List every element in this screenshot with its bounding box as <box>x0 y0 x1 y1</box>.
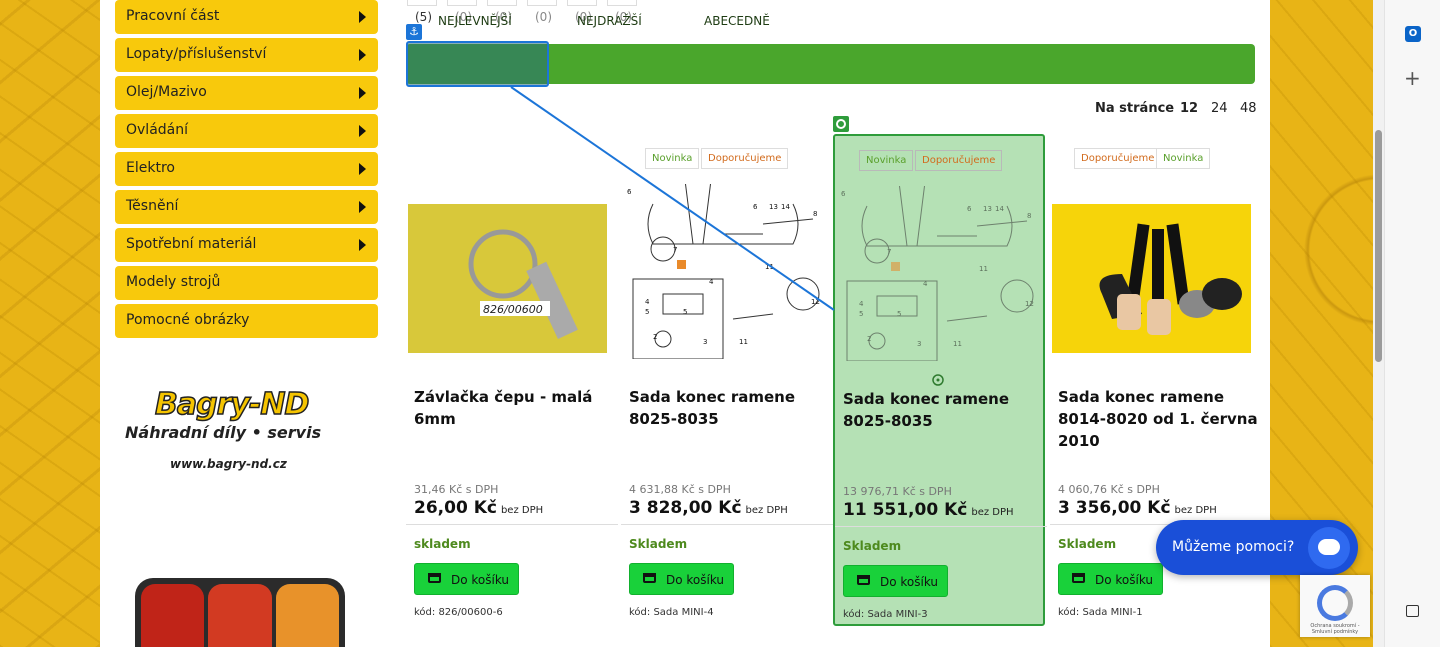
chat-widget[interactable]: Můžeme pomoci? <box>1156 520 1358 575</box>
recaptcha-badge[interactable]: Ochrana soukromí - Smluvní podmínky <box>1300 575 1370 637</box>
recaptcha-text: Ochrana soukromí - Smluvní podmínky <box>1310 623 1360 635</box>
page-scrollbar[interactable] <box>1373 0 1384 647</box>
recaptcha-icon <box>1317 585 1353 621</box>
add-icon[interactable]: + <box>1404 66 1421 90</box>
outlook-icon[interactable]: O <box>1405 26 1421 42</box>
panel-toggle-icon[interactable] <box>1406 605 1419 617</box>
chat-bubble-icon <box>1308 527 1350 569</box>
browser-sidebar <box>1384 0 1440 647</box>
chat-label: Můžeme pomoci? <box>1172 539 1295 555</box>
scrollbar-thumb[interactable] <box>1375 130 1382 362</box>
